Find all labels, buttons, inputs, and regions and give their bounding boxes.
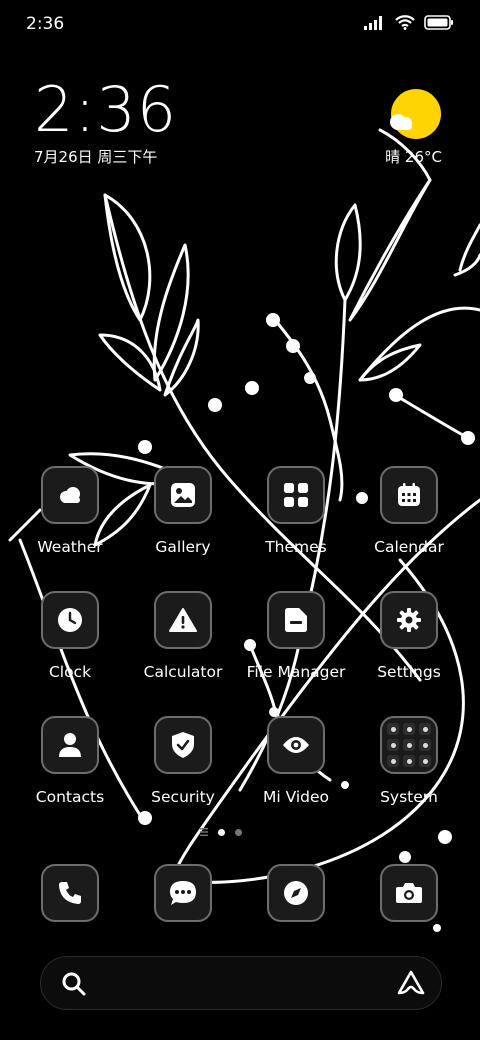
app-system-folder-tile [380, 716, 438, 774]
app-clock[interactable]: Clock [15, 591, 125, 681]
weather-widget[interactable] [384, 86, 444, 150]
app-security-tile [154, 716, 212, 774]
grid-icon [284, 483, 308, 507]
app-themes-tile [267, 466, 325, 524]
app-label: Settings [377, 663, 441, 681]
app-security[interactable]: Security [128, 716, 238, 806]
dock-camera[interactable] [380, 864, 438, 922]
app-contacts[interactable]: Contacts [15, 716, 125, 806]
gear-icon [397, 608, 421, 632]
clock-widget[interactable]: 2:36 7月26日 周三下午 [34, 78, 177, 167]
app-themes[interactable]: Themes [241, 466, 351, 556]
status-time: 2:36 [26, 14, 65, 34]
battery-icon [424, 15, 453, 30]
app-label: Themes [265, 538, 327, 556]
app-label: System [380, 788, 438, 806]
clock-time: 2:36 [34, 73, 178, 146]
app-system-folder[interactable]: System [354, 716, 464, 806]
weather-text: 晴 26°C [385, 148, 442, 166]
dock-messages[interactable] [154, 864, 212, 922]
shield-check-icon [172, 732, 194, 758]
status-bar: 2:36 [0, 0, 480, 50]
app-weather[interactable]: Weather [15, 466, 125, 556]
app-label: Gallery [155, 538, 211, 556]
search-icon[interactable] [61, 971, 87, 997]
calendar-icon [398, 483, 420, 506]
app-contacts-tile [41, 716, 99, 774]
app-calculator-tile [154, 591, 212, 649]
app-calendar-tile [380, 466, 438, 524]
app-label: Mi Video [262, 788, 330, 806]
app-mi-video[interactable]: Mi Video [241, 716, 351, 806]
search-bar[interactable] [40, 956, 442, 1010]
phone-icon [59, 882, 81, 904]
app-label: Security [151, 788, 215, 806]
app-weather-tile [41, 466, 99, 524]
wifi-icon [395, 15, 415, 30]
dock-phone[interactable] [41, 864, 99, 922]
camera-icon [396, 883, 422, 903]
app-label: Weather [37, 538, 103, 556]
folder-grid-icon [387, 723, 431, 767]
folder-icon [285, 608, 307, 632]
app-file-manager[interactable]: File Manager [241, 591, 351, 681]
app-calculator[interactable]: Calculator [128, 591, 238, 681]
dock-browser[interactable] [267, 864, 325, 922]
image-icon [171, 483, 195, 507]
clock-icon [58, 608, 82, 632]
app-clock-tile [41, 591, 99, 649]
cloud-icon [60, 487, 80, 503]
warning-icon [169, 608, 197, 632]
app-label: Calendar [374, 538, 444, 556]
app-settings[interactable]: Settings [354, 591, 464, 681]
page-dot-active[interactable] [218, 828, 225, 836]
clock-date: 7月26日 周三下午 [34, 148, 158, 166]
compass-icon [284, 881, 308, 905]
app-settings-tile [380, 591, 438, 649]
app-label: Calculator [143, 663, 223, 681]
app-calendar[interactable]: Calendar [354, 466, 464, 556]
app-gallery-tile [154, 466, 212, 524]
app-mi-video-tile [267, 716, 325, 774]
status-icons [364, 15, 454, 30]
signal-icon [364, 15, 382, 30]
assistant-icon[interactable] [397, 970, 425, 996]
page-indicator[interactable] [200, 828, 242, 836]
message-icon [170, 881, 196, 905]
person-icon [59, 733, 81, 757]
app-label: Clock [48, 663, 92, 681]
app-file-manager-tile [267, 591, 325, 649]
app-gallery[interactable]: Gallery [128, 466, 238, 556]
app-label: File Manager [246, 663, 346, 681]
sun-cloud-icon [390, 89, 441, 139]
menu-lines-icon [200, 828, 208, 836]
page-dot[interactable] [235, 828, 242, 836]
eye-icon [283, 737, 309, 753]
app-label: Contacts [35, 788, 105, 806]
